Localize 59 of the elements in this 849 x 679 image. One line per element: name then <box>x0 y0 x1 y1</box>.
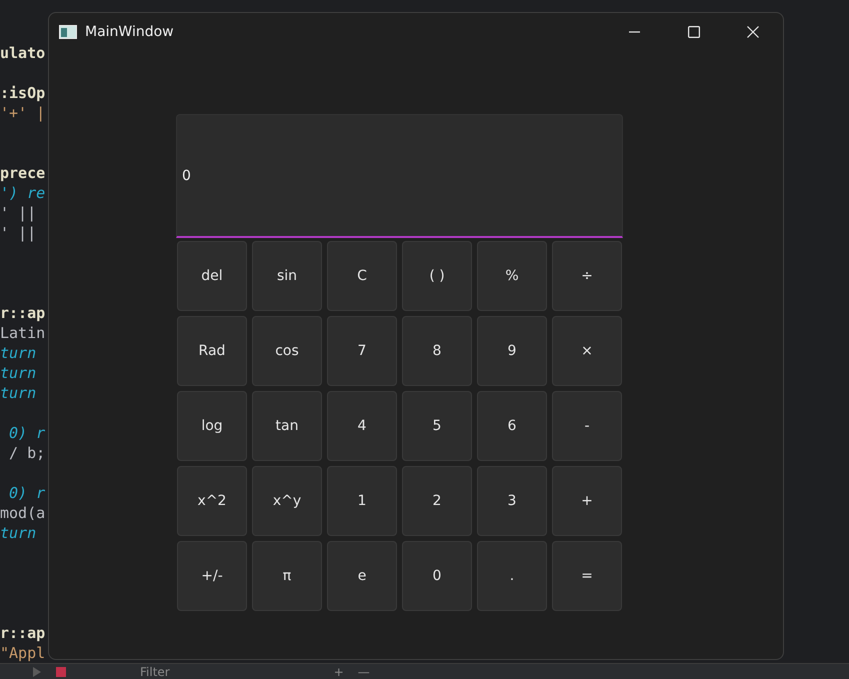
filter-field[interactable]: Filter <box>140 664 170 678</box>
code-line: '+' | <box>0 103 46 123</box>
calculator-key[interactable]: 8 <box>402 316 472 386</box>
window-app-icon <box>59 25 77 39</box>
calculator-key[interactable]: 2 <box>402 466 472 536</box>
close-icon[interactable] <box>747 26 759 38</box>
code-line: 0) r <box>8 483 46 503</box>
calculator-key[interactable]: + <box>552 466 622 536</box>
code-line: turn <box>0 363 36 383</box>
calculator-key[interactable]: ÷ <box>552 241 622 311</box>
calculator-key[interactable]: 4 <box>327 391 397 461</box>
code-line: :isOp <box>0 83 46 103</box>
add-button[interactable]: + <box>334 664 344 678</box>
code-line: prece <box>0 163 46 183</box>
calculator-key[interactable]: × <box>552 316 622 386</box>
display-field[interactable]: 0 <box>176 114 623 238</box>
code-line: turn <box>0 343 36 363</box>
code-line: turn <box>0 383 36 403</box>
code-line: ' || <box>0 203 36 223</box>
window-title: MainWindow <box>85 24 174 40</box>
calculator-key[interactable]: 6 <box>477 391 547 461</box>
calculator-key[interactable]: 0 <box>402 541 472 611</box>
calculator-key[interactable]: ( ) <box>402 241 472 311</box>
calculator-key[interactable]: C <box>327 241 397 311</box>
calculator-key[interactable]: - <box>552 391 622 461</box>
calculator-key[interactable]: 7 <box>327 316 397 386</box>
calculator-key[interactable]: 5 <box>402 391 472 461</box>
calculator-key[interactable]: 3 <box>477 466 547 536</box>
calculator-key[interactable]: sin <box>252 241 322 311</box>
calculator-key[interactable]: 1 <box>327 466 397 536</box>
calculator-key[interactable]: π <box>252 541 322 611</box>
calculator-key[interactable]: del <box>177 241 247 311</box>
code-line: turn <box>0 523 36 543</box>
calculator-key[interactable]: % <box>477 241 547 311</box>
calculator-key[interactable]: log <box>177 391 247 461</box>
code-line: ') re <box>0 183 46 203</box>
calculator-key[interactable]: 9 <box>477 316 547 386</box>
code-line: "Appl <box>0 643 46 663</box>
calculator-key[interactable]: x^y <box>252 466 322 536</box>
code-line: r::ap <box>0 303 46 323</box>
calculator-key[interactable]: e <box>327 541 397 611</box>
code-line: mod(a <box>0 503 46 523</box>
calculator-key[interactable]: x^2 <box>177 466 247 536</box>
calculator-key[interactable]: Rad <box>177 316 247 386</box>
code-line: Latin <box>0 323 46 343</box>
code-line: r::ap <box>0 623 46 643</box>
stop-icon <box>56 666 66 676</box>
play-icon <box>32 666 42 676</box>
calculator-key[interactable]: +/- <box>177 541 247 611</box>
code-line: ulato <box>0 43 46 63</box>
calculator-key[interactable]: tan <box>252 391 322 461</box>
code-line: / b; <box>8 443 46 463</box>
code-line: ' || <box>0 223 36 243</box>
calculator-key[interactable]: . <box>477 541 547 611</box>
calculator-key[interactable]: = <box>552 541 622 611</box>
code-line: 0) r <box>8 423 46 443</box>
remove-button[interactable]: — <box>358 664 370 678</box>
calculator-key[interactable]: cos <box>252 316 322 386</box>
maximize-icon[interactable] <box>688 26 700 38</box>
